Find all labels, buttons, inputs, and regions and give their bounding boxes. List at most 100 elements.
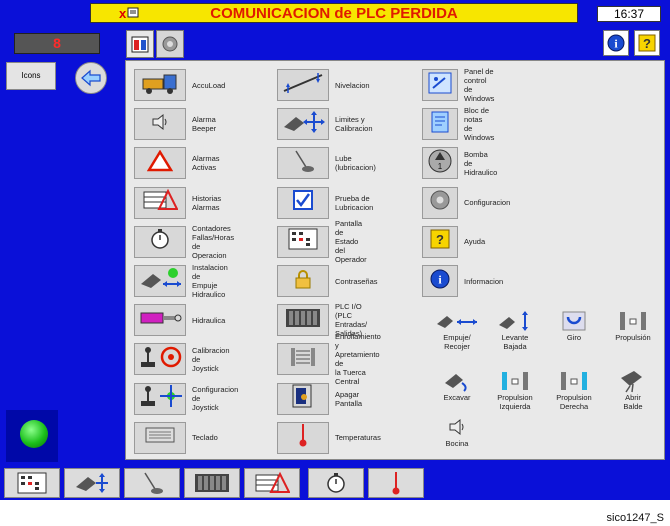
menu-col2-button[interactable]: [277, 343, 329, 376]
bottom-temperatures-button[interactable]: [368, 468, 424, 498]
function-shortcut-label: Propulsion Izquierda: [497, 393, 533, 411]
warning-triangle-icon: [146, 149, 174, 177]
function-shortcut[interactable]: Excavar: [426, 369, 488, 402]
hydraulic-push-icon: [137, 266, 183, 297]
menu-col2-label: Nivelacion: [335, 80, 370, 90]
plc-io-icon: [195, 474, 229, 492]
menu-col1-label: AccuLoad: [192, 80, 226, 90]
menu-col3-button[interactable]: ?: [422, 225, 458, 258]
gear-icon: [162, 36, 178, 52]
propel-right-icon: [543, 369, 605, 393]
function-shortcut-label: Excavar: [443, 393, 471, 402]
keyboard-icon: [145, 426, 175, 449]
menu-col2-button[interactable]: [277, 421, 329, 454]
menu-col1-label: Alarma Beeper: [192, 115, 217, 134]
menu-col2-button[interactable]: [277, 225, 329, 258]
thermometer-icon: [392, 472, 400, 495]
function-shortcut-label: Propulsion Derecha: [556, 393, 592, 411]
menu-col2-label: Limites y Calibracion: [335, 115, 373, 134]
alarm-page-button[interactable]: [126, 30, 154, 58]
menu-col2-button[interactable]: [277, 147, 329, 180]
status-screen-icon: [17, 472, 47, 494]
menu-col1-button[interactable]: [134, 69, 186, 101]
menu-col1-label: Calibracion de Joystick: [192, 345, 230, 373]
menu-col1-label: Instalacion de Empuje Hidraulico: [192, 263, 228, 299]
menu-col1-button[interactable]: [134, 304, 186, 337]
lube-icon: [288, 149, 318, 178]
info-icon: i: [607, 34, 625, 52]
menu-col3-button[interactable]: 1: [422, 147, 458, 180]
bottom-status-screen-button[interactable]: [4, 468, 60, 498]
bottom-counters-button[interactable]: [308, 468, 364, 498]
menu-col2-label: PLC I/O (PLC Entradas/ Salidas): [335, 302, 368, 339]
hmi-screen: x COMUNICACION de PLC PERDIDA 16:37 8 i …: [0, 0, 670, 500]
bottom-limits-button[interactable]: [64, 468, 120, 498]
function-shortcut[interactable]: Empuje/ Recojer: [426, 309, 488, 351]
menu-col1-button[interactable]: [134, 186, 186, 219]
joystick-target-icon: [137, 344, 183, 375]
pump-icon: 1: [427, 148, 453, 179]
propel-icon: [602, 309, 664, 333]
push-retract-icon: [426, 309, 488, 333]
status-screen-icon: [288, 228, 318, 255]
info-button[interactable]: i: [603, 30, 629, 56]
open-bucket-icon: [602, 369, 664, 393]
menu-col2-label: Prueba de Lubricacion: [335, 193, 374, 212]
figure-caption: sico1247_S: [606, 512, 665, 524]
control-panel-icon: [427, 71, 453, 100]
menu-col2-button[interactable]: [277, 382, 329, 415]
menu-col3-button[interactable]: [422, 108, 458, 141]
lube-icon: [144, 472, 163, 494]
bottom-plc-io-button[interactable]: [184, 468, 240, 498]
function-shortcut[interactable]: Propulsion Izquierda: [484, 369, 546, 411]
menu-col2-button[interactable]: [277, 186, 329, 219]
menu-col3-button[interactable]: [422, 69, 458, 101]
menu-col3-button[interactable]: i: [422, 265, 458, 297]
limits-icon: [76, 473, 108, 493]
help-button[interactable]: ?: [634, 30, 660, 56]
icons-button[interactable]: Icons: [6, 62, 56, 90]
bottom-lube-button[interactable]: [124, 468, 180, 498]
function-shortcut[interactable]: Propulsión: [602, 309, 664, 342]
gear-icon: [428, 188, 452, 217]
settings-shortcut-button[interactable]: [156, 30, 184, 58]
menu-col1-button[interactable]: [134, 421, 186, 454]
alarm-history-icon: [255, 471, 290, 493]
back-arrow-icon: [81, 69, 101, 87]
menu-col2-label: Pantalla de Estado del Operador: [335, 219, 367, 265]
menu-col1-button[interactable]: [134, 225, 186, 258]
bottom-alarm-history-button[interactable]: [244, 468, 300, 498]
function-shortcut[interactable]: Giro: [543, 309, 605, 342]
limits-icon: [280, 109, 326, 140]
menu-col1-button[interactable]: [134, 108, 186, 141]
menu-col2-label: Lube (lubricacion): [335, 154, 376, 173]
function-shortcut[interactable]: Propulsion Derecha: [543, 369, 605, 411]
main-menu-panel: AccuLoad Alarma Beeper Alarmas Activas Hist…: [125, 60, 665, 460]
stopwatch-icon: [148, 227, 172, 256]
function-shortcut[interactable]: Bocina: [426, 415, 488, 448]
checkbox-icon: [292, 189, 314, 216]
menu-col2-label: Temperaturas: [335, 433, 381, 443]
function-shortcut-label: Bocina: [445, 439, 469, 448]
screen-off-icon: [290, 383, 316, 414]
menu-col1-button[interactable]: [134, 382, 186, 415]
menu-col2-button[interactable]: [277, 108, 329, 141]
bottom-toolbar: [0, 466, 670, 500]
menu-col1-button[interactable]: [134, 343, 186, 376]
function-shortcut[interactable]: Abrir Balde: [602, 369, 664, 411]
menu-col1-button[interactable]: [134, 147, 186, 180]
function-shortcut[interactable]: Levante Bajada: [484, 309, 546, 351]
menu-col2-button[interactable]: [277, 304, 329, 337]
lock-icon: [293, 268, 313, 295]
menu-col2-button[interactable]: [277, 265, 329, 297]
alarm-history-icon: [142, 188, 179, 217]
menu-col3-button[interactable]: [422, 186, 458, 219]
fault-counter: 8: [14, 33, 100, 54]
thermometer-icon: [293, 422, 313, 453]
menu-col2-button[interactable]: [277, 69, 329, 101]
menu-col1-label: Hidraulica: [192, 315, 226, 325]
back-button[interactable]: [75, 62, 107, 94]
function-shortcut-label: Propulsión: [615, 333, 651, 342]
menu-col1-button[interactable]: [134, 265, 186, 297]
horn-icon: [426, 415, 488, 439]
